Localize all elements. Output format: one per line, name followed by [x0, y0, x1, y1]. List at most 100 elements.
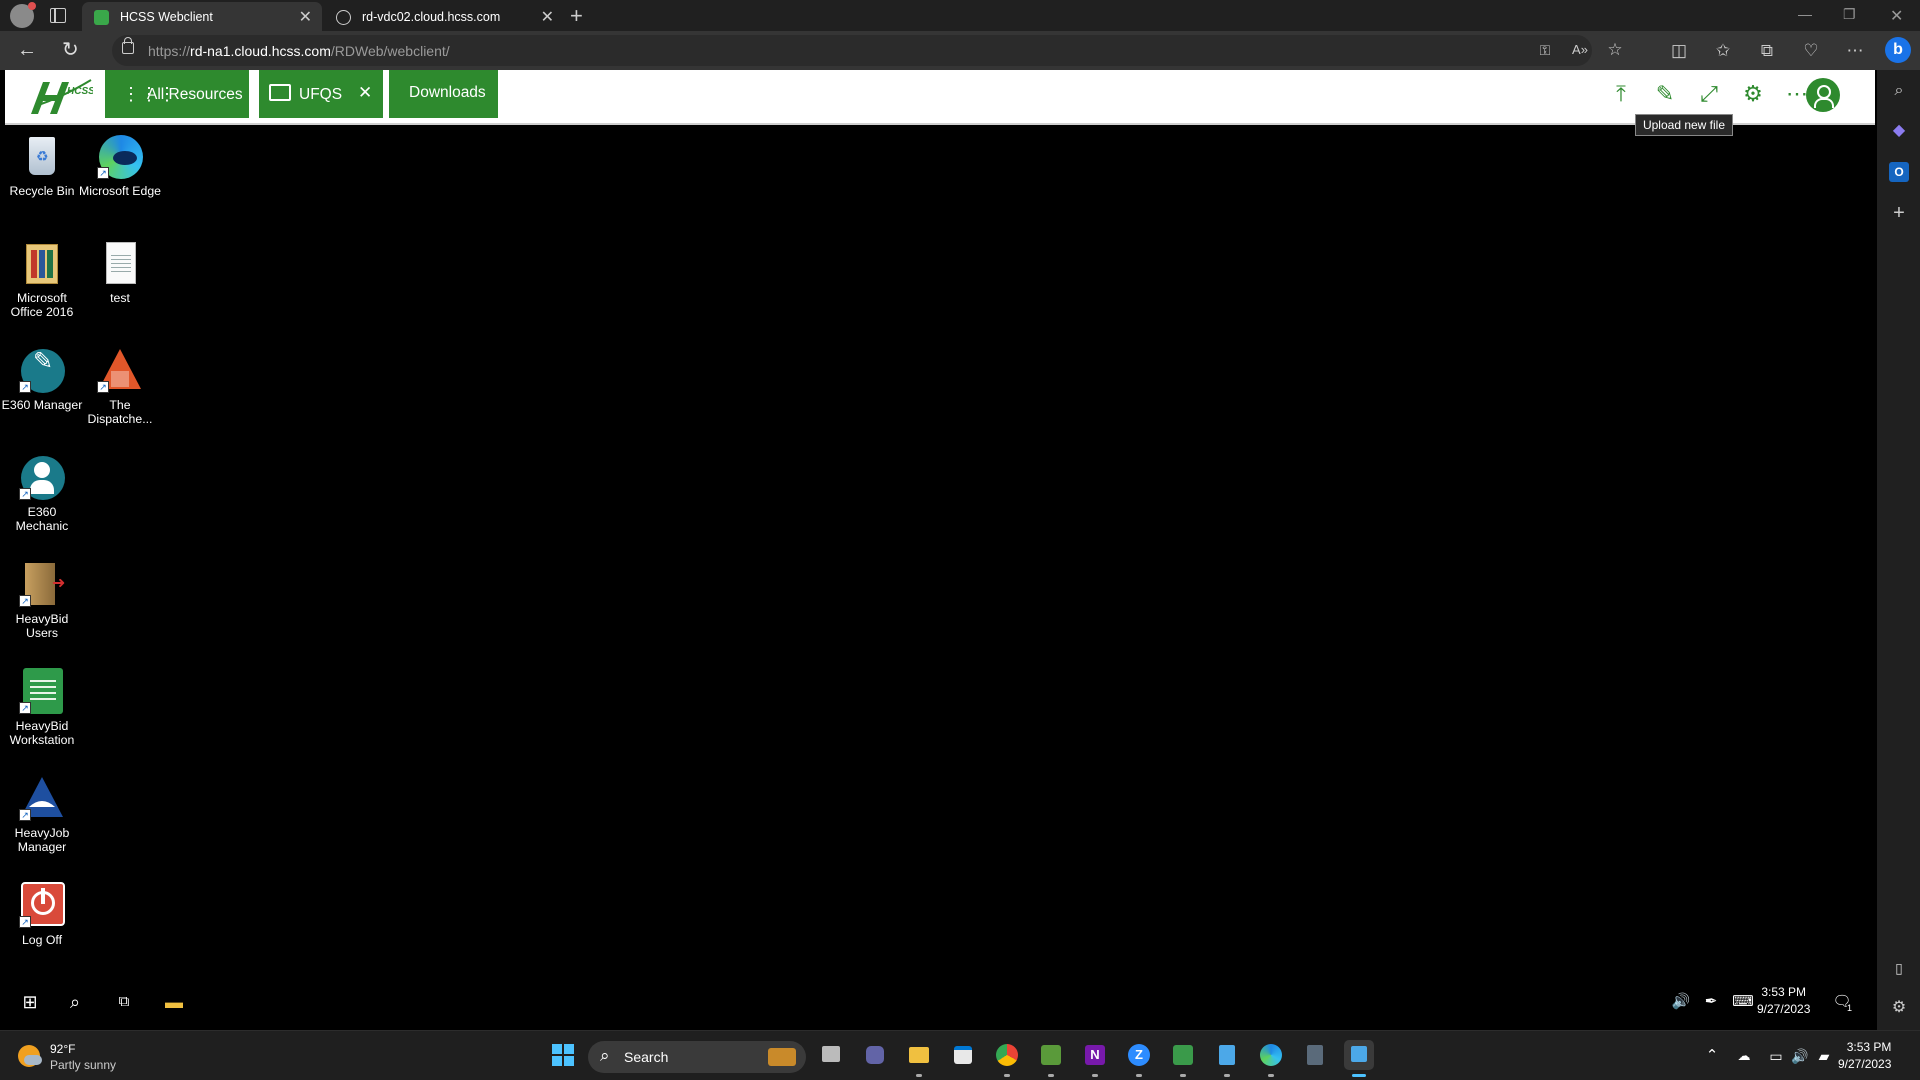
- sidebar-settings-icon[interactable]: ⚙: [1889, 998, 1909, 1018]
- remote-pen-icon[interactable]: ✒: [1699, 991, 1723, 1013]
- remote-file-explorer-icon[interactable]: ▬: [162, 991, 186, 1013]
- task-view-icon[interactable]: [816, 1040, 846, 1070]
- network-icon[interactable]: ▭: [1766, 1045, 1786, 1067]
- taskbar-search[interactable]: ⌕ Search: [588, 1041, 806, 1073]
- session-tab-ufqs[interactable]: UFQS ✕: [259, 70, 383, 118]
- fullscreen-icon[interactable]: ⤢: [1696, 80, 1722, 108]
- desktop-icon-heavybid-workstation[interactable]: ↗ HeavyBid Workstation: [1, 668, 83, 747]
- edge-taskbar-icon[interactable]: [1256, 1040, 1286, 1077]
- key-icon[interactable]: ⚿: [1534, 39, 1556, 61]
- teams-chat-icon[interactable]: [860, 1040, 890, 1070]
- battery-icon[interactable]: ▰: [1814, 1045, 1834, 1067]
- remote-desktop-taskbar-icon[interactable]: [1344, 1040, 1374, 1077]
- unpin-icon[interactable]: ✎: [1652, 80, 1678, 108]
- calculator-icon[interactable]: [1300, 1040, 1330, 1070]
- file-explorer-icon[interactable]: [904, 1040, 934, 1077]
- restore-icon[interactable]: ❐: [1843, 6, 1856, 23]
- close-window-icon[interactable]: ✕: [1890, 6, 1903, 26]
- snipping-tool-icon[interactable]: [1036, 1040, 1066, 1077]
- desktop-icon-e360-manager[interactable]: ✎ ↗ E360 Manager: [1, 347, 83, 412]
- remote-clock[interactable]: 3:53 PM 9/27/2023: [1757, 984, 1810, 1018]
- downloads-button[interactable]: Downloads: [389, 70, 498, 118]
- sidebar-add-icon[interactable]: +: [1889, 203, 1909, 223]
- remote-task-view-icon[interactable]: ⧉: [112, 991, 136, 1013]
- microsoft-store-icon[interactable]: [948, 1040, 978, 1070]
- collections-icon[interactable]: ⧉: [1756, 40, 1778, 62]
- remote-desktop-area[interactable]: HCSS ⋮⋮⋮ All Resources UFQS ✕ Downloads …: [0, 70, 1877, 1030]
- browser-essentials-icon[interactable]: ♡: [1800, 40, 1822, 62]
- settings-gear-icon[interactable]: ⚙: [1740, 80, 1766, 108]
- host-clock[interactable]: 3:53 PM 9/27/2023: [1838, 1039, 1891, 1073]
- remote-volume-icon[interactable]: 🔊: [1669, 991, 1693, 1013]
- refresh-icon[interactable]: ↻: [62, 39, 79, 61]
- desktop-icon-e360-mechanic[interactable]: ↗ E360 Mechanic: [1, 454, 83, 533]
- windows-start-icon[interactable]: [548, 1040, 578, 1070]
- show-hidden-icons-icon[interactable]: ⌃: [1702, 1045, 1722, 1067]
- back-icon[interactable]: ←: [17, 39, 37, 61]
- shortcut-arrow-icon: ↗: [19, 916, 31, 928]
- desktop-icon-microsoft-office-2016[interactable]: Microsoft Office 2016: [1, 240, 83, 319]
- e360-mechanic-icon: ↗: [19, 454, 65, 500]
- session-label: UFQS: [299, 86, 343, 103]
- address-bar[interactable]: https://rd-na1.cloud.hcss.com/RDWeb/webc…: [112, 35, 1623, 66]
- desktop-icon-microsoft-edge[interactable]: ↗ Microsoft Edge: [79, 133, 161, 198]
- desktop-icon-log-off[interactable]: ↗ Log Off: [1, 882, 83, 947]
- desktop-icon-label: HeavyJob Manager: [14, 826, 70, 854]
- sidebar-search-icon[interactable]: ⌕: [1889, 81, 1909, 101]
- remote-search-icon[interactable]: ⌕: [63, 991, 87, 1013]
- tab-hcss-webclient[interactable]: HCSS Webclient ✕: [82, 2, 322, 31]
- more-menu-icon[interactable]: ⋯: [1844, 40, 1866, 62]
- all-resources-button[interactable]: ⋮⋮⋮ All Resources: [105, 70, 249, 118]
- onenote-icon[interactable]: N: [1080, 1040, 1110, 1077]
- sidebar-outlook-icon[interactable]: O: [1889, 162, 1909, 182]
- read-aloud-icon[interactable]: A»: [1569, 39, 1591, 61]
- desktop-icon-heavybid-users[interactable]: ➜ ↗ HeavyBid Users: [1, 561, 83, 640]
- desktop-icon-heavyjob-manager[interactable]: ↗ HeavyJob Manager: [1, 775, 83, 854]
- upload-icon[interactable]: ⤒: [1608, 80, 1634, 108]
- profile-avatar-icon[interactable]: [10, 2, 36, 28]
- tab-rd-vdc02[interactable]: rd-vdc02.cloud.hcss.com ✕: [324, 2, 564, 31]
- edge-icon: ↗: [97, 133, 143, 179]
- zoom-icon[interactable]: Z: [1124, 1040, 1154, 1077]
- sidebar-copilot-icon[interactable]: ◆: [1889, 121, 1909, 141]
- favorite-star-icon[interactable]: ☆: [1604, 39, 1626, 61]
- shortcut-arrow-icon: ↗: [19, 381, 31, 393]
- volume-icon[interactable]: 🔊: [1790, 1045, 1810, 1067]
- desktop-icon-recycle-bin[interactable]: ♻ Recycle Bin: [1, 133, 83, 198]
- remote-time: 3:53 PM: [1761, 985, 1807, 999]
- close-session-icon[interactable]: ✕: [358, 83, 372, 103]
- desktop-icon-label: E360 Manager: [1, 398, 83, 412]
- bing-copilot-icon[interactable]: b: [1885, 37, 1911, 63]
- text-file-icon: [97, 240, 143, 286]
- page-favicon-icon: [336, 10, 351, 25]
- tab-title: rd-vdc02.cloud.hcss.com: [362, 10, 501, 24]
- minimize-icon[interactable]: —: [1798, 6, 1812, 22]
- weather-description[interactable]: Partly sunny: [50, 1058, 116, 1072]
- address-toolbar: ← ↻ https://rd-na1.cloud.hcss.com/RDWeb/…: [0, 31, 1920, 70]
- weather-temp[interactable]: 92°F: [50, 1042, 75, 1056]
- close-tab-icon[interactable]: ✕: [299, 7, 312, 27]
- all-resources-label: All Resources: [147, 86, 243, 103]
- user-account-icon[interactable]: [1806, 78, 1840, 112]
- shortcut-arrow-icon: ↗: [19, 488, 31, 500]
- notepad-icon[interactable]: [1212, 1040, 1242, 1077]
- remote-keyboard-icon[interactable]: ⌨: [1731, 991, 1755, 1013]
- close-tab-icon[interactable]: ✕: [541, 7, 554, 27]
- onedrive-icon[interactable]: ☁: [1734, 1045, 1754, 1067]
- hcss-logo: HCSS: [31, 79, 93, 114]
- favorites-icon[interactable]: ✩: [1712, 40, 1734, 62]
- browser-tab-bar: HCSS Webclient ✕ rd-vdc02.cloud.hcss.com…: [0, 0, 1920, 31]
- lock-icon: [122, 37, 134, 54]
- excel-sheet-icon[interactable]: [1168, 1040, 1198, 1077]
- weather-icon[interactable]: [18, 1045, 42, 1067]
- host-taskbar: 92°F Partly sunny ⌕ Search N Z ⌃ ☁ ▭ 🔊 ▰…: [0, 1030, 1920, 1080]
- e360-manager-icon: ✎ ↗: [19, 347, 65, 393]
- remote-start-icon[interactable]: ⊞: [18, 991, 42, 1013]
- desktop-icon-test[interactable]: test: [79, 240, 161, 305]
- new-tab-icon[interactable]: +: [570, 3, 590, 29]
- chrome-icon[interactable]: [992, 1040, 1022, 1077]
- split-screen-icon[interactable]: ◫: [1668, 40, 1690, 62]
- sidebar-hide-icon[interactable]: ▯: [1889, 958, 1909, 978]
- tab-actions-icon[interactable]: [50, 8, 66, 23]
- desktop-icon-the-dispatcher[interactable]: ↗ The Dispatche...: [79, 347, 161, 426]
